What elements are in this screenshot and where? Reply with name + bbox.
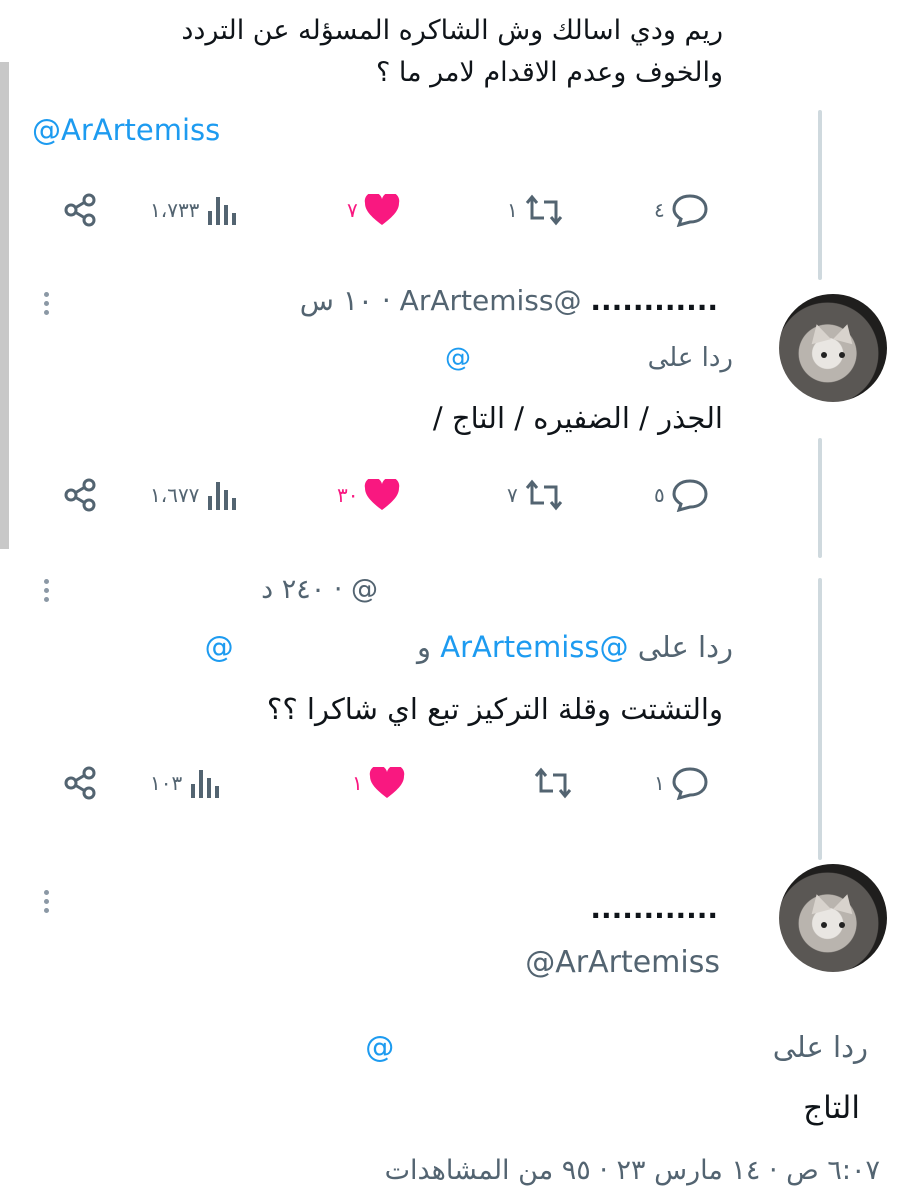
share-button[interactable] [62,763,98,803]
tweet-text-line: والخوف وعدم الاقدام لامر ما ؟ [375,57,723,88]
like-count: ٣٠ [337,483,359,507]
views-button[interactable]: ١،٧٣٣ [150,190,237,230]
handle[interactable]: @ArArtemiss [400,284,582,317]
tweet-header: ............ @ArArtemiss · ١٠ س [300,284,718,317]
retweet-icon [534,767,572,799]
mention-link[interactable]: @ [205,630,234,664]
mention-link[interactable]: @ [445,343,471,373]
scroll-indicator[interactable] [0,62,9,549]
timestamp[interactable]: · ١٠ س [300,284,391,317]
avatar[interactable] [779,864,887,972]
reply-count: ٤ [654,198,665,222]
reply-and: و [417,630,432,664]
share-icon [64,766,96,800]
views-count: ١٠٣ [150,771,183,795]
views-count: ١،٦٧٧ [150,483,200,507]
reply-count: ١ [654,771,665,795]
heart-icon [365,479,400,510]
tweet-actions: ١،٦٧٧ ٣٠ ٧ ٥ [62,475,732,515]
handle[interactable]: @ArArtemiss [525,945,720,980]
tweet-actions: ١٠٣ ١ ١ [62,763,732,803]
share-icon [64,478,96,512]
views-icon [191,770,220,798]
mention-link[interactable]: @ [365,1030,394,1064]
thread-line [818,438,822,558]
like-button[interactable]: ٧ [347,190,400,230]
views-icon [208,482,237,510]
views-button[interactable]: ١٠٣ [150,763,220,803]
reply-prefix: ردا على [647,343,733,373]
tweet-text-line: ريم ودي اسالك وش الشاكره المسؤله عن التر… [181,15,723,46]
share-button[interactable] [62,475,98,515]
like-button[interactable]: ١ [352,763,405,803]
heart-icon [369,767,404,798]
tweet-actions: ١،٧٣٣ ٧ ١ ٤ [62,190,732,230]
mention-link[interactable]: @ArArtemiss [32,113,220,147]
more-icon[interactable] [44,575,52,606]
reply-prefix: ردا على [772,1030,868,1064]
mention-link[interactable]: @ArArtemiss [440,630,628,664]
more-icon[interactable] [44,886,52,917]
retweet-icon [525,194,562,226]
tweet-text: ريم ودي اسالك وش الشاكره المسؤله عن التر… [181,10,723,94]
avatar[interactable] [779,294,887,402]
reply-icon [672,479,708,512]
reply-context: ردا على @ArArtemiss و @ [205,630,733,664]
views-button[interactable]: ١،٦٧٧ [150,475,237,515]
reply-count: ٥ [654,483,665,507]
tweet-text: الجذر / الضفيره / التاج / [432,401,723,435]
reply-context: ردا على @ [445,343,733,373]
like-count: ٧ [347,198,358,222]
reply-context: ردا على @ [365,1030,868,1064]
reply-icon [672,767,708,800]
retweet-button[interactable]: ١ [507,190,564,230]
display-name[interactable]: ............ [590,284,718,317]
thread-line [818,578,822,860]
display-name[interactable]: ............ [590,892,718,925]
heart-icon [364,194,399,225]
reply-button[interactable]: ١ [654,763,709,803]
retweet-count: ٧ [507,483,518,507]
like-button[interactable]: ٣٠ [337,475,400,515]
retweet-icon [525,479,562,511]
views-icon [208,197,237,225]
reply-prefix: ردا على [637,630,733,664]
views-count: ١،٧٣٣ [150,198,200,222]
share-button[interactable] [62,190,98,230]
retweet-count: ١ [507,198,518,222]
more-icon[interactable] [44,288,52,319]
retweet-button[interactable] [527,763,573,803]
reply-icon [672,194,708,227]
handle[interactable]: @ [351,574,378,605]
tweet-header: @ · ٢٤٠ د [261,574,378,605]
share-icon [64,193,96,227]
retweet-button[interactable]: ٧ [507,475,564,515]
tweet-text: والتشتت وقلة التركيز تبع اي شاكرا ؟؟ [266,692,723,726]
thread-line [818,110,822,280]
tweet-text: التاج [803,1090,860,1126]
like-count: ١ [352,771,363,795]
tweet-meta: ٦:٠٧ ص · ١٤ مارس ٢٣ · ٩٥ من المشاهدات [384,1155,880,1186]
reply-button[interactable]: ٥ [654,475,709,515]
timestamp[interactable]: · ٢٤٠ د [261,574,342,605]
reply-button[interactable]: ٤ [654,190,709,230]
